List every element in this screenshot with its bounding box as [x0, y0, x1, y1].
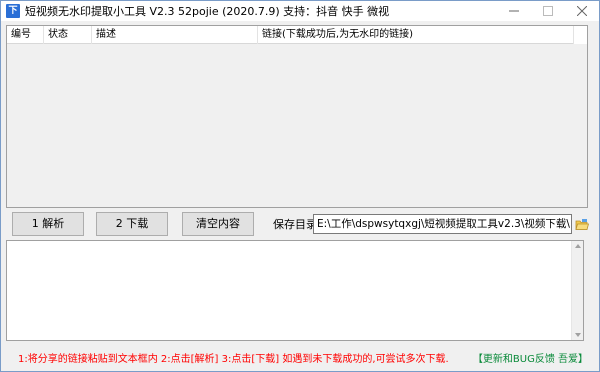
app-icon: 下: [6, 4, 20, 18]
window-controls: [497, 1, 599, 21]
table-header: 编号 状态 描述 链接(下载成功后,为无水印的链接): [7, 26, 573, 44]
scroll-up-icon[interactable]: [575, 244, 581, 248]
column-header-id[interactable]: 编号: [7, 26, 44, 44]
minimize-icon[interactable]: [497, 1, 531, 21]
column-header-link[interactable]: 链接(下载成功后,为无水印的链接): [258, 26, 573, 44]
download-button[interactable]: 2 下载: [96, 212, 168, 236]
window-title: 短视频无水印提取小工具 V2.3 52pojie (2020.7.9) 支持：抖…: [25, 5, 390, 18]
column-header-description[interactable]: 描述: [92, 26, 258, 44]
column-header-status[interactable]: 状态: [44, 26, 92, 44]
clear-button[interactable]: 清空内容: [182, 212, 254, 236]
save-directory-field[interactable]: E:\工作\dspwsytqxgj\短视频提取工具v2.3\视频下载\: [313, 214, 572, 234]
textarea-scrollbar[interactable]: [571, 241, 583, 340]
parse-button[interactable]: 1 解析: [12, 212, 84, 236]
link-input-textarea[interactable]: [6, 240, 584, 341]
scroll-down-icon[interactable]: [575, 333, 581, 337]
table-header-filler: [573, 26, 587, 44]
usage-instructions: 1:将分享的链接粘贴到文本框内 2:点击[解析] 3:点击[下载] 如遇到未下载…: [18, 354, 449, 365]
save-directory-label: 保存目录: [273, 218, 317, 231]
update-feedback-link[interactable]: 【更新和BUG反馈 吾爱】: [473, 350, 588, 365]
close-icon[interactable]: [565, 1, 599, 21]
results-table[interactable]: 编号 状态 描述 链接(下载成功后,为无水印的链接): [6, 25, 588, 208]
maximize-icon[interactable]: [531, 1, 565, 21]
folder-open-icon[interactable]: [574, 214, 590, 234]
title-bar[interactable]: 下 短视频无水印提取小工具 V2.3 52pojie (2020.7.9) 支持…: [1, 1, 599, 21]
app-window: 下 短视频无水印提取小工具 V2.3 52pojie (2020.7.9) 支持…: [0, 0, 600, 372]
